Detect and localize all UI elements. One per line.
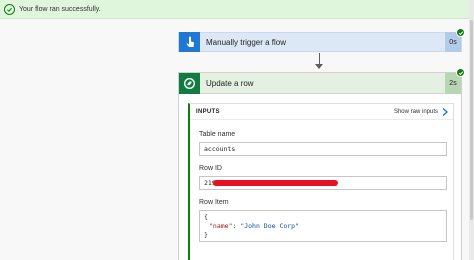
dataverse-icon — [179, 72, 200, 94]
arrow-down-icon — [315, 64, 323, 69]
touch-trigger-icon — [179, 32, 200, 52]
inputs-panel: INPUTS Show raw inputs Table name accoun… — [188, 103, 454, 260]
redaction-mark — [213, 180, 338, 186]
table-name-label: Table name — [199, 131, 236, 138]
scrollbar-thumb[interactable] — [470, 20, 473, 220]
row-item-json: { "name": "John Doe Corp" } — [199, 210, 447, 242]
json-close-brace: } — [204, 231, 208, 239]
trigger-step-card[interactable]: Manually trigger a flow 0s — [178, 32, 462, 52]
row-id-label: Row ID — [199, 165, 222, 172]
json-key: "name" — [209, 222, 233, 230]
check-circle-icon — [4, 3, 15, 15]
row-id-field: 219 — [199, 176, 447, 190]
table-name-field: accounts — [199, 142, 447, 156]
table-name-value: accounts — [204, 145, 236, 153]
inputs-panel-header: INPUTS Show raw inputs — [190, 104, 453, 120]
trigger-success-icon — [456, 28, 465, 37]
trigger-step-title: Manually trigger a flow — [206, 37, 287, 47]
json-line: "name": "John Doe Corp" — [204, 222, 442, 231]
chevron-right-icon[interactable] — [442, 107, 448, 116]
inputs-heading: INPUTS — [196, 108, 220, 115]
vertical-scrollbar[interactable] — [469, 0, 474, 260]
update-row-step-title: Update a row — [206, 78, 254, 88]
show-raw-inputs-link[interactable]: Show raw inputs — [394, 109, 438, 115]
json-value: "John Doe Corp" — [240, 222, 300, 230]
success-message: Your flow ran successfully. — [19, 5, 101, 13]
update-row-success-icon — [456, 68, 465, 77]
update-row-step-card: Update a row 2s INPUTS Show raw inputs T… — [178, 72, 462, 260]
row-item-label: Row Item — [199, 199, 229, 206]
json-open-brace: { — [204, 213, 208, 221]
success-banner: Your flow ran successfully. — [0, 0, 474, 19]
update-row-step-header[interactable]: Update a row 2s — [179, 72, 461, 94]
